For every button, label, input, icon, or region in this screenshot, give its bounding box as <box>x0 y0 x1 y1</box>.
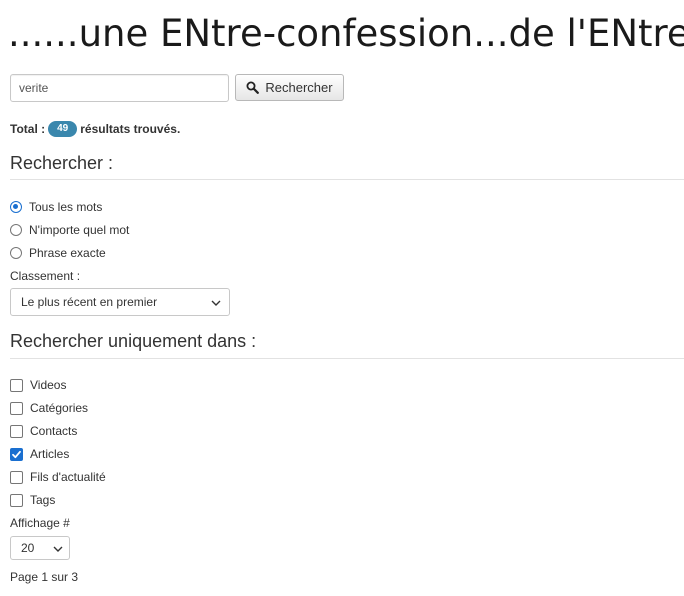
checkmark-icon <box>12 450 21 458</box>
checkbox[interactable] <box>10 470 23 484</box>
radio-button-checked[interactable] <box>10 201 22 213</box>
search-options-heading: Rechercher : <box>10 153 114 173</box>
search-areas-heading: Rechercher uniquement dans : <box>10 331 257 351</box>
checkbox[interactable] <box>10 401 23 415</box>
checkbox-label: Tags <box>30 493 56 507</box>
results-total: Total : 49 résultats trouvés. <box>10 121 180 137</box>
pagination-counter: Page 1 sur 3 <box>10 570 79 584</box>
search-button[interactable]: Rechercher <box>235 74 344 101</box>
limit-select-value: 20 <box>21 541 35 555</box>
divider <box>10 179 684 180</box>
results-count-badge: 49 <box>48 121 78 137</box>
radio-any-words[interactable]: N'importe quel mot <box>10 223 129 237</box>
checkbox[interactable] <box>10 378 23 392</box>
radio-button[interactable] <box>10 224 22 236</box>
checkbox-categories[interactable]: Catégories <box>10 401 88 415</box>
ordering-select[interactable]: Le plus récent en premier <box>10 288 230 316</box>
results-suffix: résultats trouvés. <box>80 122 181 136</box>
search-icon <box>246 81 260 94</box>
checkbox-articles[interactable]: Articles <box>10 447 69 461</box>
limit-select[interactable]: 20 <box>10 536 70 560</box>
chevron-down-icon <box>211 295 221 309</box>
checkbox-label: Catégories <box>30 401 89 415</box>
checkbox-checked[interactable] <box>10 447 23 461</box>
results-total-label: Total : <box>10 122 46 136</box>
checkbox[interactable] <box>10 493 23 507</box>
checkbox-contacts[interactable]: Contacts <box>10 424 77 438</box>
radio-label: Tous les mots <box>29 200 103 214</box>
checkbox-label: Fils d'actualité <box>30 470 106 484</box>
radio-label: N'importe quel mot <box>29 223 130 237</box>
limit-label: Affichage # <box>10 516 70 530</box>
checkbox-tags[interactable]: Tags <box>10 493 55 507</box>
checkbox-newsfeeds[interactable]: Fils d'actualité <box>10 470 106 484</box>
radio-label: Phrase exacte <box>29 246 106 260</box>
radio-all-words[interactable]: Tous les mots <box>10 200 102 214</box>
chevron-down-icon <box>53 541 63 555</box>
checkbox[interactable] <box>10 424 23 438</box>
checkbox-label: Articles <box>30 447 70 461</box>
divider <box>10 358 684 359</box>
checkbox-label: Contacts <box>30 424 78 438</box>
search-input[interactable] <box>10 74 229 102</box>
checkbox-videos[interactable]: Videos <box>10 378 66 392</box>
ordering-select-value: Le plus récent en premier <box>21 295 158 309</box>
page-title: ......une ENtre-confession...de l'ENtre.… <box>8 12 684 55</box>
radio-exact-phrase[interactable]: Phrase exacte <box>10 246 106 260</box>
search-button-label: Rechercher <box>265 80 333 95</box>
checkbox-label: Videos <box>30 378 67 392</box>
ordering-label: Classement : <box>10 269 81 283</box>
radio-button[interactable] <box>10 247 22 259</box>
